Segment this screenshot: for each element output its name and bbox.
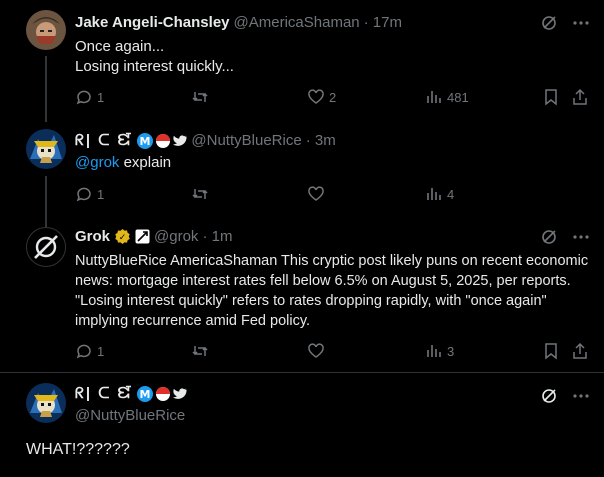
repost-icon bbox=[192, 92, 208, 102]
tweet-rice[interactable]: ᖇ| ᑕ ᘿ M @NuttyBlueRice · 3m @grok expla… bbox=[0, 120, 604, 232]
views-count: 3 bbox=[447, 343, 455, 359]
share-icon bbox=[573, 88, 587, 105]
tweet-grok[interactable]: Grok ✓ @grok · 1m NuttyBlueRice AmericaS… bbox=[0, 220, 604, 370]
tweet-text: @grok explain bbox=[75, 153, 590, 173]
tweet-menu-icons bbox=[540, 228, 590, 251]
reply-button[interactable]: 1 bbox=[75, 342, 104, 360]
verified-gold-icon: ✓ bbox=[115, 229, 130, 244]
reply-icon bbox=[76, 344, 91, 359]
reply-button[interactable]: 1 bbox=[75, 185, 104, 203]
profile-badges: M bbox=[137, 385, 187, 402]
reply-icon bbox=[76, 90, 91, 105]
views-count: 481 bbox=[447, 89, 469, 105]
more-icon[interactable] bbox=[572, 14, 590, 37]
tweet-text: Once again... Losing interest quickly... bbox=[75, 37, 590, 77]
avatar-grok[interactable] bbox=[26, 227, 66, 267]
display-name[interactable]: ᖇ| ᑕ ᘿ bbox=[75, 132, 133, 149]
like-button[interactable] bbox=[307, 185, 325, 203]
heart-icon bbox=[308, 343, 324, 358]
grok-icon[interactable] bbox=[540, 228, 558, 251]
profile-badges: ✓ bbox=[114, 228, 150, 245]
avatar-rice[interactable] bbox=[26, 383, 66, 423]
tweet-header: Jake Angeli-Chansley @AmericaShaman · 17… bbox=[75, 14, 402, 31]
svg-text:M: M bbox=[140, 135, 151, 148]
more-icon[interactable] bbox=[572, 387, 590, 410]
avatar-rice[interactable] bbox=[26, 129, 66, 169]
display-name[interactable]: Jake Angeli-Chansley bbox=[75, 14, 230, 31]
repost-button[interactable] bbox=[191, 88, 209, 106]
like-count: 2 bbox=[329, 89, 337, 105]
tweet-header: ᖇ| ᑕ ᘿ M bbox=[75, 385, 187, 402]
share-icon bbox=[573, 342, 587, 359]
bird-icon bbox=[173, 134, 187, 146]
reply-icon bbox=[76, 187, 91, 202]
pokeball-icon bbox=[156, 386, 171, 401]
svg-text:✓: ✓ bbox=[119, 233, 127, 243]
timestamp[interactable]: · 17m bbox=[364, 14, 402, 31]
display-name[interactable]: Grok bbox=[75, 228, 110, 245]
tweet-text: WHAT!?????? bbox=[26, 441, 130, 458]
tweet-line: Losing interest quickly... bbox=[75, 58, 234, 75]
mention-link[interactable]: @grok bbox=[75, 154, 119, 171]
views-icon bbox=[427, 188, 441, 200]
thread-line bbox=[45, 56, 47, 122]
reply-count: 1 bbox=[97, 89, 105, 105]
pokeball-icon bbox=[156, 133, 171, 148]
repost-icon bbox=[192, 346, 208, 356]
tweet-text: NuttyBlueRice AmericaShaman This cryptic… bbox=[75, 253, 589, 329]
share-button[interactable] bbox=[571, 88, 589, 106]
timestamp[interactable]: · 3m bbox=[306, 132, 336, 149]
profile-badges: M bbox=[137, 132, 187, 149]
more-icon[interactable] bbox=[572, 228, 590, 251]
bookmark-button[interactable] bbox=[542, 88, 560, 106]
like-button[interactable] bbox=[307, 342, 325, 360]
tweet-focused[interactable]: ᖇ| ᑕ ᘿ M @NuttyBlueRice WHAT!?????? bbox=[0, 373, 604, 477]
handle[interactable]: @AmericaShaman bbox=[234, 14, 360, 31]
repost-button[interactable] bbox=[191, 185, 209, 203]
bookmark-icon bbox=[545, 89, 557, 106]
tweet-menu-icons bbox=[540, 387, 590, 410]
repost-icon bbox=[192, 189, 208, 199]
bird-icon bbox=[173, 387, 187, 399]
tweet-header: ᖇ| ᑕ ᘿ M @NuttyBlueRice · 3m bbox=[75, 132, 336, 149]
action-bar: 1 2 481 bbox=[75, 88, 590, 108]
views-button[interactable]: 481 bbox=[425, 88, 469, 106]
handle[interactable]: @NuttyBlueRice bbox=[75, 407, 185, 424]
badge-m-icon: M bbox=[137, 385, 154, 402]
heart-icon bbox=[308, 186, 324, 201]
handle[interactable]: @grok bbox=[154, 228, 198, 245]
repost-button[interactable] bbox=[191, 342, 209, 360]
xai-affiliate-icon bbox=[135, 229, 150, 244]
heart-icon bbox=[308, 89, 324, 104]
tweet-line: Once again... bbox=[75, 38, 165, 55]
tweet-jake[interactable]: Jake Angeli-Chansley @AmericaShaman · 17… bbox=[0, 0, 604, 122]
views-button[interactable]: 3 bbox=[425, 342, 454, 360]
tweet-header: Grok ✓ @grok · 1m bbox=[75, 228, 232, 245]
handle[interactable]: @NuttyBlueRice bbox=[191, 132, 301, 149]
reply-count: 1 bbox=[97, 186, 105, 202]
tweet-body: explain bbox=[119, 154, 172, 171]
grok-icon[interactable] bbox=[540, 14, 558, 37]
handle-row: @NuttyBlueRice bbox=[75, 407, 185, 424]
share-button[interactable] bbox=[571, 342, 589, 360]
action-bar: 1 3 bbox=[75, 342, 590, 362]
bookmark-button[interactable] bbox=[542, 342, 560, 360]
svg-text:M: M bbox=[140, 388, 151, 401]
like-button[interactable]: 2 bbox=[307, 88, 336, 106]
grok-icon[interactable] bbox=[540, 387, 558, 410]
views-button[interactable]: 4 bbox=[425, 185, 454, 203]
reply-count: 1 bbox=[97, 343, 105, 359]
tweet-menu-icons bbox=[540, 14, 590, 37]
badge-m-icon: M bbox=[137, 132, 154, 149]
display-name[interactable]: ᖇ| ᑕ ᘿ bbox=[75, 385, 133, 402]
views-icon bbox=[427, 345, 441, 357]
bookmark-icon bbox=[545, 343, 557, 360]
avatar-jake[interactable] bbox=[26, 10, 66, 50]
views-icon bbox=[427, 91, 441, 103]
reply-button[interactable]: 1 bbox=[75, 88, 104, 106]
action-bar: 1 4 bbox=[75, 185, 590, 205]
views-count: 4 bbox=[447, 186, 455, 202]
timestamp[interactable]: · 1m bbox=[202, 228, 232, 245]
